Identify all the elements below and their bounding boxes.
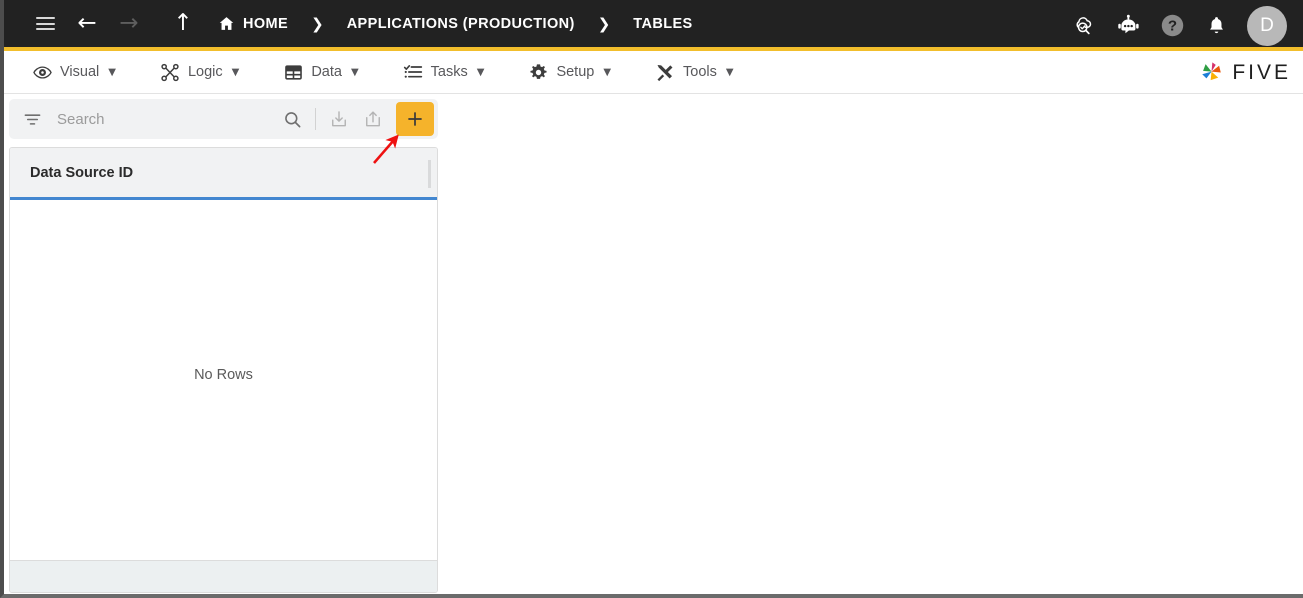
grid-column-header-data-source-id[interactable]: Data Source ID (30, 165, 133, 181)
search-input[interactable] (49, 111, 273, 128)
arrow-left-icon: ← (77, 12, 96, 35)
menu-tasks[interactable]: Tasks ▼ (389, 56, 499, 88)
home-icon (218, 15, 235, 32)
main-menu-bar: Visual ▼ Logic ▼ (4, 51, 1303, 94)
data-source-list-panel: Data Source ID No Rows (9, 99, 438, 594)
user-avatar[interactable]: D (1247, 6, 1287, 46)
menu-visual[interactable]: Visual ▼ (18, 56, 130, 88)
grid-header-row: Data Source ID (10, 148, 437, 200)
chat-bot-button[interactable] (1109, 7, 1147, 45)
column-resize-handle[interactable] (428, 160, 431, 188)
breadcrumb-label-home: HOME (243, 16, 288, 32)
app-window: ← → ↑ HOME ❯ APPLICATIONS (PRODUCTION) ❯ (0, 0, 1303, 598)
checklist-icon (403, 62, 423, 82)
forward-button[interactable]: → (108, 4, 150, 44)
menu-visual-label: Visual (60, 64, 99, 80)
list-toolbar (9, 99, 438, 139)
menu-setup-label: Setup (556, 64, 594, 80)
top-bar-actions: ? D (1065, 0, 1287, 51)
menu-data-label: Data (311, 64, 342, 80)
breadcrumb-item-applications[interactable]: APPLICATIONS (PRODUCTION) (345, 12, 577, 36)
help-button[interactable]: ? (1153, 7, 1191, 45)
brand-logo: FIVE (1198, 51, 1291, 94)
breadcrumb-separator-2: ❯ (577, 15, 632, 33)
breadcrumb-item-home[interactable]: HOME (216, 11, 290, 36)
avatar-initial: D (1260, 15, 1274, 37)
breadcrumb: HOME ❯ APPLICATIONS (PRODUCTION) ❯ TABLE… (216, 11, 695, 36)
menu-tasks-label: Tasks (431, 64, 468, 80)
back-button[interactable]: ← (66, 4, 108, 44)
import-button[interactable] (324, 104, 354, 134)
work-area: Data Source ID No Rows (4, 94, 1303, 594)
breadcrumb-label-tables: TABLES (633, 16, 692, 32)
menu-tools-label: Tools (683, 64, 717, 80)
logic-nodes-icon (160, 62, 180, 82)
chevron-down-icon: ▼ (108, 67, 116, 78)
chevron-down-icon: ▼ (351, 67, 359, 78)
top-navigation-bar: ← → ↑ HOME ❯ APPLICATIONS (PRODUCTION) ❯ (4, 0, 1303, 51)
menu-data[interactable]: Data ▼ (269, 56, 372, 88)
chevron-down-icon: ▼ (603, 67, 611, 78)
chevron-down-icon: ▼ (477, 67, 485, 78)
menu-setup[interactable]: Setup ▼ (514, 56, 625, 88)
table-grid-icon (283, 62, 303, 82)
filter-button[interactable] (19, 106, 45, 132)
eye-icon (32, 62, 52, 82)
menu-logic-label: Logic (188, 64, 223, 80)
five-pinwheel-icon (1198, 59, 1225, 86)
arrow-up-icon: ↑ (173, 12, 192, 35)
notification-bell-icon (1205, 14, 1228, 37)
breadcrumb-label-applications: APPLICATIONS (PRODUCTION) (347, 16, 575, 32)
chevron-down-icon: ▼ (232, 67, 240, 78)
toolbar-divider (315, 108, 316, 130)
up-level-button[interactable]: ↑ (162, 4, 204, 44)
grid-footer (10, 560, 437, 592)
menu-logic[interactable]: Logic ▼ (146, 56, 253, 88)
chevron-down-icon: ▼ (726, 67, 734, 78)
help-icon: ? (1160, 13, 1185, 38)
menu-tools[interactable]: Tools ▼ (641, 56, 748, 88)
hamburger-icon (36, 17, 55, 30)
chat-bot-icon (1115, 12, 1142, 39)
search-button[interactable] (277, 104, 307, 134)
export-button[interactable] (358, 104, 388, 134)
plus-icon (406, 110, 424, 128)
gear-icon (528, 62, 548, 82)
notification-bell-button[interactable] (1197, 7, 1235, 45)
cloud-check-button[interactable] (1065, 7, 1103, 45)
brand-name: FIVE (1232, 61, 1291, 85)
search-icon (283, 110, 302, 129)
empty-state-message: No Rows (10, 367, 437, 383)
nav-controls: ← → ↑ (24, 4, 204, 44)
svg-text:?: ? (1167, 18, 1176, 35)
breadcrumb-separator-1: ❯ (290, 15, 345, 33)
data-source-grid: Data Source ID No Rows (9, 147, 438, 593)
grid-body: No Rows (10, 200, 437, 560)
breadcrumb-item-tables[interactable]: TABLES (631, 12, 694, 36)
filter-icon (23, 110, 42, 129)
cloud-check-icon (1071, 13, 1097, 39)
add-button[interactable] (396, 102, 434, 136)
hamburger-menu-button[interactable] (24, 4, 66, 44)
export-icon (363, 109, 383, 129)
import-icon (329, 109, 349, 129)
arrow-right-icon: → (119, 12, 138, 35)
wrench-screwdriver-icon (655, 62, 675, 82)
